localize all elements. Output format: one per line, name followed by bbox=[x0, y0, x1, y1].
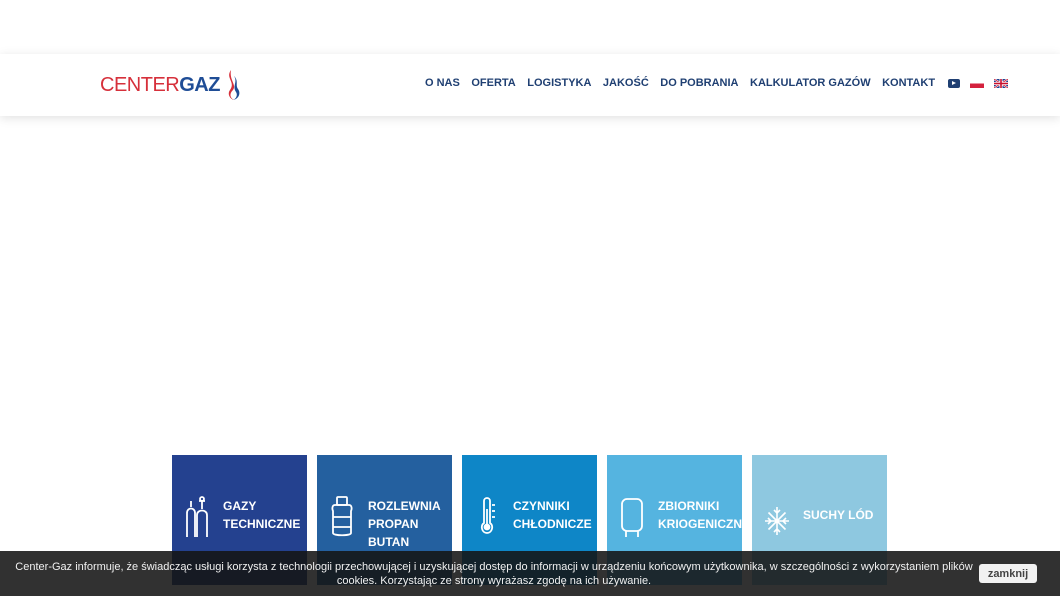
cryo-tank-icon bbox=[619, 491, 645, 539]
nav-item-logistyka[interactable]: LOGISTYKA bbox=[527, 77, 591, 89]
logo-text-center: CENTER bbox=[100, 73, 180, 96]
tile-label: CZYNNIKI CHŁODNICZE bbox=[513, 499, 592, 531]
polish-flag-icon[interactable] bbox=[969, 78, 984, 88]
cookie-close-button[interactable]: zamknij bbox=[979, 564, 1037, 583]
tile-label: SUCHY LÓD bbox=[803, 508, 874, 522]
thermometer-icon bbox=[474, 491, 500, 539]
uk-flag-icon[interactable] bbox=[993, 78, 1008, 88]
main-nav: O NAS OFERTA LOGISTYKA JAKOŚĆ DO POBRANI… bbox=[425, 77, 1008, 89]
propane-tank-icon bbox=[329, 491, 355, 539]
nav-item-kalkulator-gazow[interactable]: KALKULATOR GAZÓW bbox=[750, 77, 871, 89]
cookie-banner: Center-Gaz informuje, że świadcząc usług… bbox=[0, 551, 1060, 596]
nav-item-o-nas[interactable]: O NAS bbox=[425, 77, 460, 89]
tile-label: ROZLEWNIA PROPAN BUTAN bbox=[368, 499, 441, 549]
tile-label: ZBIORNIKI KRIOGENICZNE bbox=[658, 499, 751, 531]
nav-item-oferta[interactable]: OFERTA bbox=[471, 77, 515, 89]
nav-item-do-pobrania[interactable]: DO POBRANIA bbox=[660, 77, 738, 89]
site-header: CENTER GAZ O NAS OFERTA LOGISTYKA JAKOŚĆ… bbox=[0, 54, 1060, 116]
flame-logo-icon bbox=[228, 70, 240, 100]
tile-label: GAZY TECHNICZNE bbox=[223, 499, 301, 531]
cookie-text: Center-Gaz informuje, że świadcząc usług… bbox=[15, 560, 973, 587]
logo[interactable]: CENTER GAZ bbox=[100, 68, 242, 102]
snowflake-icon bbox=[764, 491, 790, 539]
youtube-icon[interactable] bbox=[947, 78, 960, 88]
gas-cylinders-icon bbox=[184, 491, 210, 539]
nav-item-kontakt[interactable]: KONTAKT bbox=[882, 77, 935, 89]
nav-item-jakosc[interactable]: JAKOŚĆ bbox=[603, 77, 649, 89]
nav-icons bbox=[947, 78, 1008, 88]
logo-text-gaz: GAZ bbox=[179, 73, 220, 96]
